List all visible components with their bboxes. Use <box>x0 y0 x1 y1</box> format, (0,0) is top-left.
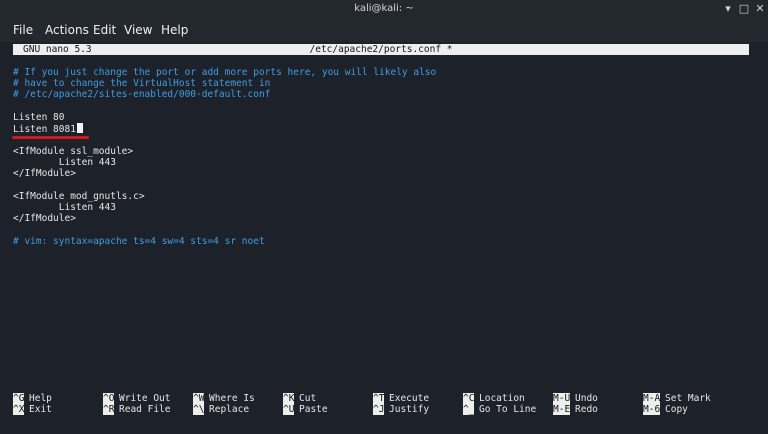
file-line: Listen 443 <box>13 157 116 168</box>
file-line: # have to change the VirtualHost stateme… <box>13 78 271 89</box>
shortcut-key: ^R <box>103 404 115 415</box>
file-line: </IfModule> <box>13 213 76 224</box>
file-line: Listen 443 <box>13 202 116 213</box>
menu-file[interactable]: File <box>13 22 33 38</box>
file-line: Listen 80 <box>13 112 65 123</box>
title-bar[interactable]: kali@kali: ~ ▾ □ ✕ <box>0 0 768 20</box>
shortcut-label: Write Out <box>119 393 171 404</box>
shortcut-key: ^W <box>193 393 205 404</box>
window-title: kali@kali: ~ <box>354 3 414 14</box>
minimize-icon[interactable]: ▾ <box>721 2 735 16</box>
file-line-text: Listen 8081 <box>13 124 76 135</box>
shortcut-label: Location <box>479 393 525 404</box>
shortcut-label: Copy <box>665 404 688 415</box>
shortcut-label: Undo <box>575 393 598 404</box>
shortcut-label: Read File <box>119 404 171 415</box>
shortcut-label: Paste <box>299 404 328 415</box>
close-icon[interactable]: ✕ <box>753 2 767 16</box>
shortcut-key: ^\ <box>193 404 205 415</box>
shortcut-label: Set Mark <box>665 393 711 404</box>
menu-view[interactable]: View <box>124 22 152 38</box>
shortcut-key: ^O <box>103 393 115 404</box>
file-line-current[interactable]: Listen 8081 <box>13 123 83 135</box>
file-line: <IfModule ssl_module> <box>13 146 134 157</box>
file-line: # /etc/apache2/sites-enabled/000-default… <box>13 89 271 100</box>
shortcut-key: ^T <box>373 393 385 404</box>
shortcut-key: ^X <box>13 404 25 415</box>
terminal-window: kali@kali: ~ ▾ □ ✕ File Actions Edit Vie… <box>0 0 768 434</box>
shortcut-key: M-6 <box>643 404 661 415</box>
shortcut-key: ^J <box>373 404 385 415</box>
file-line: # vim: syntax=apache ts=4 sw=4 sts=4 sr … <box>13 236 265 247</box>
shortcut-label: Exit <box>29 404 52 415</box>
terminal-area[interactable]: GNU nano 5.3 /etc/apache2/ports.conf * #… <box>0 42 768 434</box>
shortcut-key: ^K <box>283 393 295 404</box>
shortcut-label: Execute <box>389 393 430 404</box>
file-line: </IfModule> <box>13 168 76 179</box>
menu-help[interactable]: Help <box>161 22 188 38</box>
shortcut-label: Justify <box>389 404 430 415</box>
menu-actions[interactable]: Actions <box>45 22 89 38</box>
file-line: <IfModule mod_gnutls.c> <box>13 191 145 202</box>
shortcut-key: ^C <box>463 393 475 404</box>
highlight-underline <box>12 136 89 139</box>
shortcut-label: Redo <box>575 404 598 415</box>
shortcut-key: M-U <box>553 393 571 404</box>
shortcut-label: Where Is <box>209 393 255 404</box>
shortcut-label: Help <box>29 393 52 404</box>
menu-bar: File Actions Edit View Help <box>0 20 768 42</box>
nano-title-bar: GNU nano 5.3 /etc/apache2/ports.conf * <box>13 44 749 55</box>
shortcut-key: ^U <box>283 404 295 415</box>
shortcut-key: M-E <box>553 404 571 415</box>
shortcut-label: Replace <box>209 404 250 415</box>
shortcut-label: Cut <box>299 393 317 404</box>
shortcut-key: ^G <box>13 393 25 404</box>
shortcut-key: M-A <box>643 393 661 404</box>
menu-edit[interactable]: Edit <box>93 22 116 38</box>
shortcut-label: Go To Line <box>479 404 537 415</box>
nano-filename: /etc/apache2/ports.conf * <box>309 44 453 55</box>
maximize-icon[interactable]: □ <box>737 2 751 16</box>
file-line: # If you just change the port or add mor… <box>13 67 437 78</box>
shortcut-key: ^_ <box>463 404 475 415</box>
text-cursor <box>76 123 83 133</box>
